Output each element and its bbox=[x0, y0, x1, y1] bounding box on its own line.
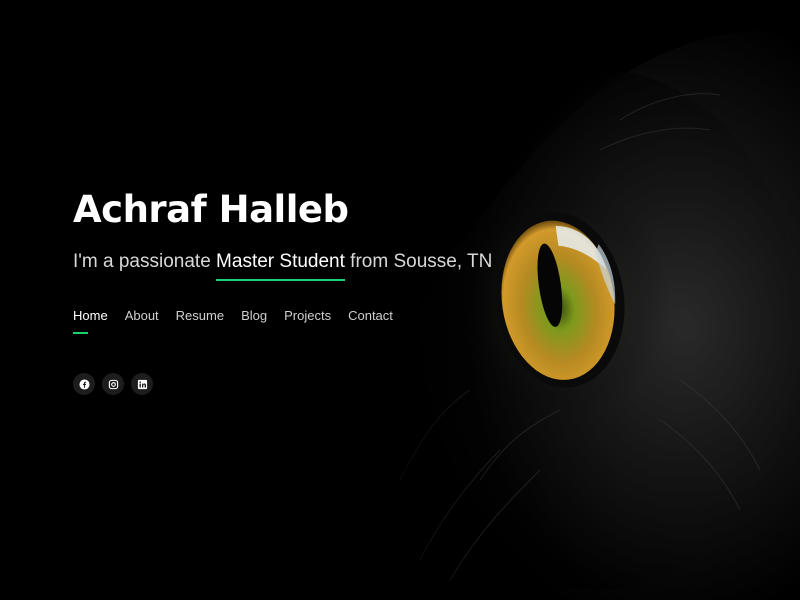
nav-blog-link[interactable]: Blog bbox=[241, 308, 267, 328]
instagram-icon bbox=[108, 379, 118, 389]
nav-about-link[interactable]: About bbox=[125, 308, 159, 328]
nav-contact-link[interactable]: Contact bbox=[348, 308, 393, 328]
facebook-icon bbox=[78, 378, 90, 390]
hero-name: Achraf Halleb bbox=[73, 188, 349, 231]
linkedin-icon bbox=[137, 379, 147, 389]
social-links bbox=[73, 373, 493, 395]
instagram-button[interactable] bbox=[102, 373, 124, 395]
nav-projects-link[interactable]: Projects bbox=[284, 308, 331, 328]
tagline-prefix: I'm a passionate bbox=[73, 251, 217, 272]
tagline-highlight: Master Student bbox=[216, 251, 345, 281]
facebook-button[interactable] bbox=[73, 373, 95, 395]
nav-home-link[interactable]: Home bbox=[73, 308, 108, 334]
hero-content: Achraf Halleb I'm a passionate Master St… bbox=[73, 188, 493, 395]
main-nav: Home About Resume Blog Projects Contact bbox=[73, 308, 493, 334]
hero-tagline: I'm a passionate Master Student from Sou… bbox=[73, 250, 493, 281]
linkedin-button[interactable] bbox=[131, 373, 153, 395]
nav-resume-link[interactable]: Resume bbox=[176, 308, 224, 328]
tagline-suffix: from Sousse, TN bbox=[344, 251, 493, 272]
